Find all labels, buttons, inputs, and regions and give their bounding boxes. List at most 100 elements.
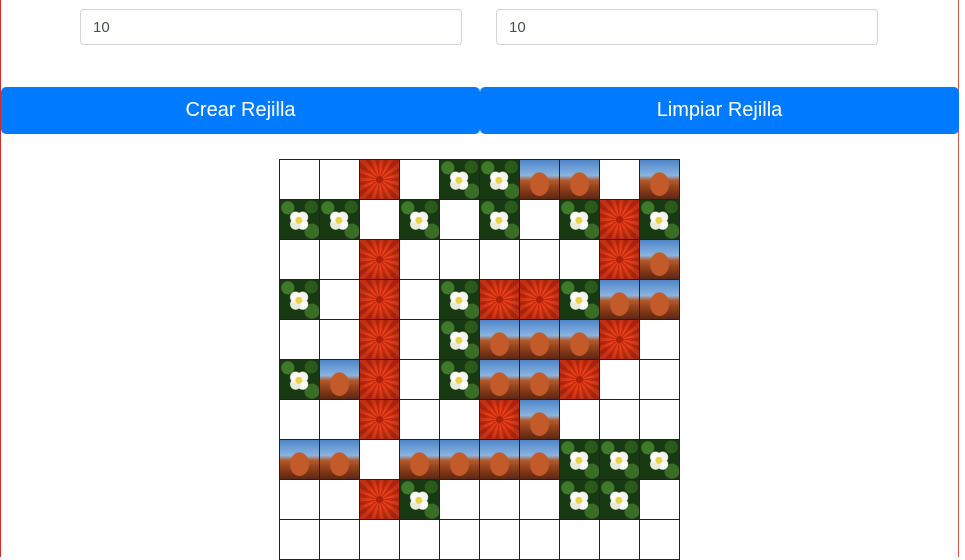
grid-cell[interactable] xyxy=(400,160,440,200)
grid-cell[interactable] xyxy=(280,520,320,560)
grid-cell[interactable] xyxy=(320,360,360,400)
grid-cell[interactable] xyxy=(560,440,600,480)
grid-cell[interactable] xyxy=(640,480,680,520)
grid-cell[interactable] xyxy=(600,160,640,200)
grid-cell[interactable] xyxy=(440,280,480,320)
grid-cell[interactable] xyxy=(480,160,520,200)
grid-cell[interactable] xyxy=(440,520,480,560)
grid-cell[interactable] xyxy=(560,280,600,320)
grid-cell[interactable] xyxy=(600,440,640,480)
grid-cell[interactable] xyxy=(360,520,400,560)
grid-cell[interactable] xyxy=(520,320,560,360)
grid-cell[interactable] xyxy=(640,160,680,200)
grid-cell[interactable] xyxy=(320,160,360,200)
grid-cell[interactable] xyxy=(360,200,400,240)
grid-cell[interactable] xyxy=(560,400,600,440)
grid-cell[interactable] xyxy=(280,480,320,520)
grid-cell[interactable] xyxy=(560,520,600,560)
grid-cell[interactable] xyxy=(320,520,360,560)
grid-cell[interactable] xyxy=(280,160,320,200)
grid-cell[interactable] xyxy=(360,480,400,520)
grid-cell[interactable] xyxy=(320,440,360,480)
grid-cell[interactable] xyxy=(360,320,400,360)
grid-cell[interactable] xyxy=(600,280,640,320)
grid-cell[interactable] xyxy=(400,440,440,480)
grid-cell[interactable] xyxy=(440,320,480,360)
grid-cell[interactable] xyxy=(480,200,520,240)
grid-cell[interactable] xyxy=(280,360,320,400)
grid-cell[interactable] xyxy=(320,240,360,280)
grid-cell[interactable] xyxy=(520,480,560,520)
grid-cell[interactable] xyxy=(480,240,520,280)
grid-cell[interactable] xyxy=(280,240,320,280)
grid-cell[interactable] xyxy=(520,400,560,440)
grid-cell[interactable] xyxy=(400,320,440,360)
grid-cell[interactable] xyxy=(640,200,680,240)
grid-cell[interactable] xyxy=(320,480,360,520)
grid-cell[interactable] xyxy=(400,400,440,440)
grid-cell[interactable] xyxy=(280,320,320,360)
grid-cell[interactable] xyxy=(360,400,400,440)
grid-cell[interactable] xyxy=(600,400,640,440)
grid-cell[interactable] xyxy=(480,440,520,480)
grid-cell[interactable] xyxy=(280,200,320,240)
grid-cell[interactable] xyxy=(640,360,680,400)
grid-cell[interactable] xyxy=(560,360,600,400)
grid-cell[interactable] xyxy=(600,520,640,560)
grid-cell[interactable] xyxy=(280,280,320,320)
grid-cell[interactable] xyxy=(320,400,360,440)
grid-cell[interactable] xyxy=(600,480,640,520)
grid-cell[interactable] xyxy=(600,200,640,240)
grid-cell[interactable] xyxy=(600,320,640,360)
grid-cell[interactable] xyxy=(440,200,480,240)
grid-cell[interactable] xyxy=(480,360,520,400)
grid-cell[interactable] xyxy=(520,280,560,320)
rows-input[interactable] xyxy=(80,9,462,45)
grid-cell[interactable] xyxy=(560,160,600,200)
grid-cell[interactable] xyxy=(440,360,480,400)
grid-cell[interactable] xyxy=(440,160,480,200)
grid-cell[interactable] xyxy=(520,520,560,560)
grid-cell[interactable] xyxy=(440,440,480,480)
grid-cell[interactable] xyxy=(360,280,400,320)
grid-cell[interactable] xyxy=(280,400,320,440)
grid-cell[interactable] xyxy=(520,160,560,200)
grid-cell[interactable] xyxy=(600,240,640,280)
grid-cell[interactable] xyxy=(360,440,400,480)
grid-cell[interactable] xyxy=(520,440,560,480)
grid-cell[interactable] xyxy=(600,360,640,400)
grid-cell[interactable] xyxy=(560,200,600,240)
grid-cell[interactable] xyxy=(280,440,320,480)
grid-cell[interactable] xyxy=(400,280,440,320)
grid-cell[interactable] xyxy=(320,280,360,320)
grid-cell[interactable] xyxy=(360,160,400,200)
grid-cell[interactable] xyxy=(440,400,480,440)
columns-input[interactable] xyxy=(496,9,878,45)
grid-cell[interactable] xyxy=(640,400,680,440)
grid-cell[interactable] xyxy=(320,200,360,240)
grid-cell[interactable] xyxy=(480,480,520,520)
grid-cell[interactable] xyxy=(400,200,440,240)
grid-cell[interactable] xyxy=(480,400,520,440)
grid-cell[interactable] xyxy=(320,320,360,360)
grid-cell[interactable] xyxy=(400,360,440,400)
grid-cell[interactable] xyxy=(480,280,520,320)
grid-cell[interactable] xyxy=(400,240,440,280)
grid-cell[interactable] xyxy=(520,360,560,400)
grid-cell[interactable] xyxy=(640,280,680,320)
grid-cell[interactable] xyxy=(480,520,520,560)
grid-cell[interactable] xyxy=(640,320,680,360)
grid-cell[interactable] xyxy=(640,440,680,480)
grid-cell[interactable] xyxy=(640,520,680,560)
create-grid-button[interactable]: Crear Rejilla xyxy=(1,87,480,134)
clear-grid-button[interactable]: Limpiar Rejilla xyxy=(480,87,959,134)
grid-cell[interactable] xyxy=(440,240,480,280)
grid-cell[interactable] xyxy=(400,520,440,560)
grid-cell[interactable] xyxy=(360,240,400,280)
grid-cell[interactable] xyxy=(520,240,560,280)
grid-cell[interactable] xyxy=(480,320,520,360)
grid-cell[interactable] xyxy=(520,200,560,240)
grid-cell[interactable] xyxy=(440,480,480,520)
grid-cell[interactable] xyxy=(560,480,600,520)
grid-cell[interactable] xyxy=(640,240,680,280)
